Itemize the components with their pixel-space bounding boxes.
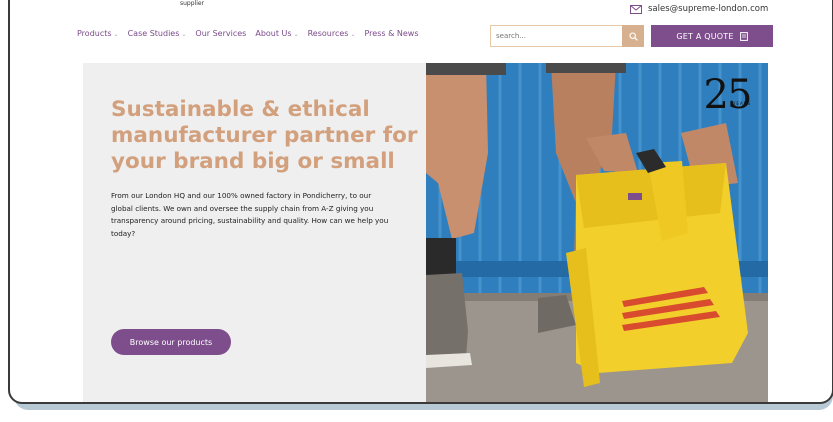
nav-item-resources[interactable]: Resources ⌄ <box>308 29 356 38</box>
hero-image: 25 YEARS <box>426 63 768 402</box>
envelope-icon <box>630 4 642 14</box>
nav-item-press-news[interactable]: Press & News <box>364 29 418 38</box>
nav-item-case-studies[interactable]: Case Studies ⌄ <box>128 29 187 38</box>
search-bar <box>490 25 644 47</box>
badge-number: 25 <box>703 72 753 118</box>
chevron-down-icon: ⌄ <box>113 31 119 38</box>
search-icon <box>628 31 638 41</box>
search-button[interactable] <box>622 25 644 47</box>
anniversary-badge: 25 YEARS <box>694 73 760 129</box>
get-a-quote-button[interactable]: GET A QUOTE <box>651 25 773 47</box>
email-address: sales@supreme-london.com <box>648 4 769 14</box>
badge-caption: YEARS <box>732 101 752 106</box>
browse-products-button[interactable]: Browse our products <box>111 329 231 355</box>
chevron-down-icon: ⌄ <box>181 31 187 38</box>
browser-frame: supplier sales@supreme-london.com Produc… <box>8 0 833 404</box>
nav-item-about-us[interactable]: About Us ⌄ <box>255 29 298 38</box>
nav-item-our-services[interactable]: Our Services <box>195 29 246 38</box>
hero-panel: Sustainable & ethical manufacturer partn… <box>83 63 426 402</box>
document-icon <box>739 31 748 41</box>
nav-item-products[interactable]: Products ⌄ <box>77 29 119 38</box>
logo-tagline: supplier <box>180 0 205 7</box>
search-input[interactable] <box>490 25 622 47</box>
quote-button-label: GET A QUOTE <box>676 31 734 41</box>
chevron-down-icon: ⌄ <box>293 31 299 38</box>
hero-description: From our London HQ and our 100% owned fa… <box>111 191 389 238</box>
main-nav: Products ⌄ Case Studies ⌄ Our Services Abo… <box>77 29 418 38</box>
chevron-down-icon: ⌄ <box>350 31 356 38</box>
hero-title: Sustainable & ethical manufacturer partn… <box>111 97 418 174</box>
header-email[interactable]: sales@supreme-london.com <box>630 4 768 14</box>
